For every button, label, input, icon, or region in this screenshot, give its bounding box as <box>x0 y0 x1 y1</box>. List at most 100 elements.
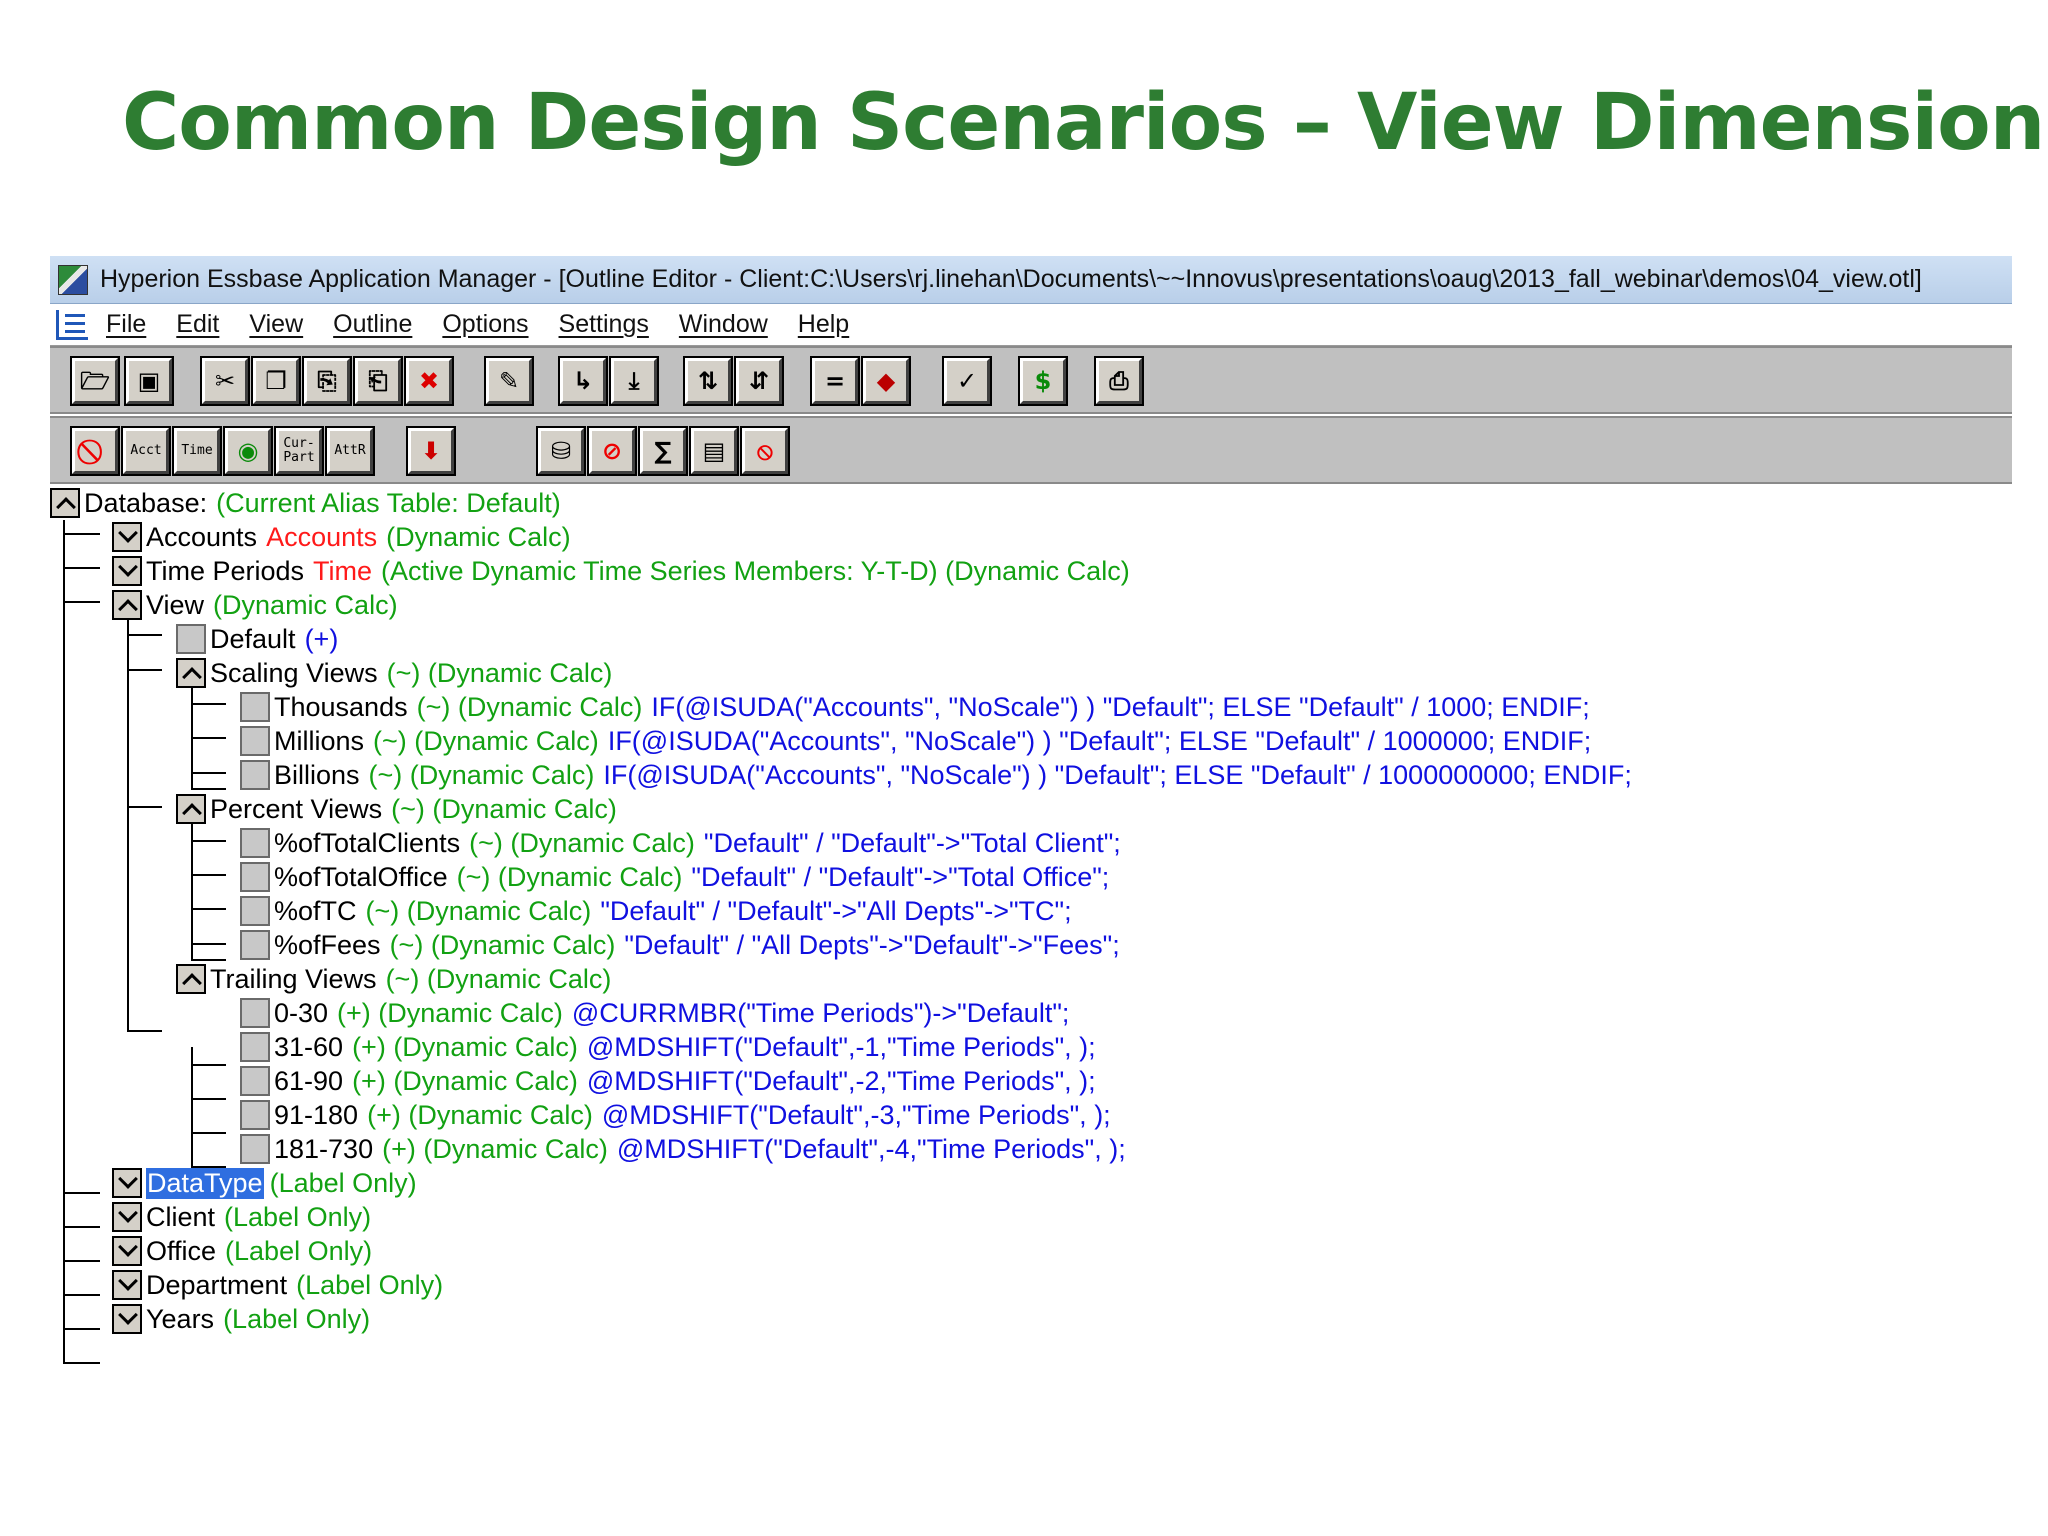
dynamic-calc-icon[interactable]: ∑ <box>640 428 686 474</box>
member-name: Years <box>146 1303 215 1334</box>
print-icon[interactable]: ⎙ <box>1096 358 1142 404</box>
menu-settings[interactable]: Settings <box>559 310 649 339</box>
menu-help[interactable]: Help <box>798 310 849 339</box>
member-name: %ofTC <box>274 895 357 926</box>
verify-icon[interactable]: ✓ <box>944 358 990 404</box>
dynamic-calc-store-icon[interactable]: ▤ <box>691 428 737 474</box>
tree-row-millions[interactable]: Millions (~) (Dynamic Calc) IF(@ISUDA("A… <box>240 724 1600 758</box>
tree-row-percent-views[interactable]: Percent Views (~) (Dynamic Calc) <box>176 792 626 826</box>
tree-row-default[interactable]: Default (+) <box>176 622 347 656</box>
add-child-icon[interactable]: ⤓ <box>611 358 657 404</box>
member-name: 31-60 <box>274 1031 344 1062</box>
tree-row-61-90[interactable]: 61-90 (+) (Dynamic Calc) @MDSHIFT("Defau… <box>240 1064 1105 1098</box>
delete-icon[interactable]: ✖ <box>406 358 452 404</box>
tree-row-pct-tc[interactable]: %ofTC (~) (Dynamic Calc) "Default" / "De… <box>240 894 1081 928</box>
country-tag-icon[interactable]: ◉ <box>225 428 271 474</box>
member-name: Department <box>146 1269 288 1300</box>
member-name: 91-180 <box>274 1099 359 1130</box>
tree-row-accounts[interactable]: Accounts Accounts (Dynamic Calc) <box>112 520 580 554</box>
member-formula: @MDSHIFT("Default",-4,"Time Periods", ); <box>616 1133 1126 1164</box>
menu-window[interactable]: Window <box>679 310 768 339</box>
expand-collapse-icon[interactable] <box>112 522 142 552</box>
menu-file[interactable]: File <box>106 310 146 339</box>
expand-collapse-icon[interactable] <box>176 794 206 824</box>
member-formula: IF(@ISUDA("Accounts", "NoScale") ) "Defa… <box>607 725 1592 756</box>
member-leaf-icon <box>240 692 270 722</box>
tree-row-pct-total-office[interactable]: %ofTotalOffice (~) (Dynamic Calc) "Defau… <box>240 860 1118 894</box>
edit-formula-icon[interactable]: ✎ <box>486 358 532 404</box>
window-titlebar[interactable]: Hyperion Essbase Application Manager - [… <box>50 256 2012 304</box>
tree-row-91-180[interactable]: 91-180 (+) (Dynamic Calc) @MDSHIFT("Defa… <box>240 1098 1120 1132</box>
expand-collapse-icon[interactable] <box>112 1236 142 1266</box>
paste-special-icon[interactable]: ⎗ <box>355 358 401 404</box>
no-tag-icon[interactable]: ⃠ <box>72 428 118 474</box>
member-name: Percent Views <box>210 793 383 824</box>
no-storage-icon[interactable]: ⊘ <box>589 428 635 474</box>
dimension-toolbar: ⃠ Acct Time ◉ Cur-Part AttR ⬇ ⛁ ⊘ ∑ ▤ ⦸ <box>50 416 2012 484</box>
tree-row-view[interactable]: View (Dynamic Calc) <box>112 588 407 622</box>
member-leaf-icon <box>240 1134 270 1164</box>
member-name: 61-90 <box>274 1065 344 1096</box>
expand-collapse-icon[interactable] <box>112 1304 142 1334</box>
accounts-tag-button[interactable]: Acct <box>123 428 169 474</box>
tree-row-datatype[interactable]: DataType (Label Only) <box>112 1166 426 1200</box>
member-properties: (Dynamic Calc) <box>213 589 398 620</box>
app-logo-icon <box>58 264 88 295</box>
tree-row-thousands[interactable]: Thousands (~) (Dynamic Calc) IF(@ISUDA("… <box>240 690 1599 724</box>
sort-descending-icon[interactable]: ⇵ <box>736 358 782 404</box>
expand-collapse-icon[interactable] <box>112 1202 142 1232</box>
tree-row-pct-fees[interactable]: %ofFees (~) (Dynamic Calc) "Default" / "… <box>240 928 1129 962</box>
member-properties: (~) (Dynamic Calc) <box>365 895 592 926</box>
member-properties: (+) (Dynamic Calc) <box>352 1031 578 1062</box>
tree-row-billions[interactable]: Billions (~) (Dynamic Calc) IF(@ISUDA("A… <box>240 758 1641 792</box>
storage-icon[interactable]: ⛁ <box>538 428 584 474</box>
tree-row-years[interactable]: Years (Label Only) <box>112 1302 379 1336</box>
tree-row-scaling-views[interactable]: Scaling Views (~) (Dynamic Calc) <box>176 656 621 690</box>
add-sibling-icon[interactable]: ↳ <box>560 358 606 404</box>
tree-row-client[interactable]: Client (Label Only) <box>112 1200 380 1234</box>
copy-icon[interactable]: ❐ <box>253 358 299 404</box>
paste-icon[interactable]: ⎘ <box>304 358 350 404</box>
time-tag-button[interactable]: Time <box>174 428 220 474</box>
currency-icon[interactable]: $ <box>1020 358 1066 404</box>
outline-doc-icon[interactable] <box>56 309 88 340</box>
tree-row-181-730[interactable]: 181-730 (+) (Dynamic Calc) @MDSHIFT("Def… <box>240 1132 1135 1166</box>
member-formula: "Default" / "Default"->"Total Office"; <box>691 861 1110 892</box>
tree-row-trailing-views[interactable]: Trailing Views (~) (Dynamic Calc) <box>176 962 620 996</box>
tree-row-pct-total-clients[interactable]: %ofTotalClients (~) (Dynamic Calc) "Defa… <box>240 826 1130 860</box>
member-properties: (Label Only) <box>225 1235 373 1266</box>
menu-outline[interactable]: Outline <box>333 310 412 339</box>
member-name: Scaling Views <box>210 657 378 688</box>
tree-row-time-periods[interactable]: Time Periods Time (Active Dynamic Time S… <box>112 554 1139 588</box>
attribute-tag-button[interactable]: AttR <box>327 428 373 474</box>
menu-options[interactable]: Options <box>442 310 528 339</box>
member-properties: (Dynamic Calc) <box>386 521 571 552</box>
expand-collapse-icon[interactable] <box>112 590 142 620</box>
tree-row-0-30[interactable]: 0-30 (+) (Dynamic Calc) @CURRMBR("Time P… <box>240 996 1078 1030</box>
label-only-icon[interactable]: ⦸ <box>742 428 788 474</box>
member-properties: (~) (Dynamic Calc) <box>373 725 599 756</box>
equals-icon[interactable]: = <box>812 358 858 404</box>
currency-partition-button[interactable]: Cur-Part <box>276 428 322 474</box>
expand-collapse-icon[interactable] <box>112 1270 142 1300</box>
expand-collapse-icon[interactable] <box>50 488 80 518</box>
menu-edit[interactable]: Edit <box>176 310 219 339</box>
open-folder-icon[interactable]: 🗁 <box>72 358 118 404</box>
sort-ascending-icon[interactable]: ⇅ <box>685 358 731 404</box>
menu-view[interactable]: View <box>249 310 303 339</box>
expand-collapse-icon[interactable] <box>176 658 206 688</box>
shield-icon[interactable]: ◆ <box>863 358 909 404</box>
accounts-tag-label: Acct <box>130 443 162 459</box>
expand-collapse-icon[interactable] <box>112 556 142 586</box>
member-name: 181-730 <box>274 1133 374 1164</box>
tree-row-database[interactable]: Database: (Current Alias Table: Default) <box>50 486 570 520</box>
cut-icon[interactable]: ✂ <box>202 358 248 404</box>
tree-row-31-60[interactable]: 31-60 (+) (Dynamic Calc) @MDSHIFT("Defau… <box>240 1030 1105 1064</box>
expand-collapse-icon[interactable] <box>176 964 206 994</box>
tree-row-office[interactable]: Office (Label Only) <box>112 1234 381 1268</box>
save-icon[interactable]: ▣ <box>126 358 172 404</box>
outline-restructure-icon[interactable]: ⬇ <box>408 428 454 474</box>
member-formula: @CURRMBR("Time Periods")->"Default"; <box>571 997 1070 1028</box>
tree-row-department[interactable]: Department (Label Only) <box>112 1268 452 1302</box>
expand-collapse-icon[interactable] <box>112 1168 142 1198</box>
